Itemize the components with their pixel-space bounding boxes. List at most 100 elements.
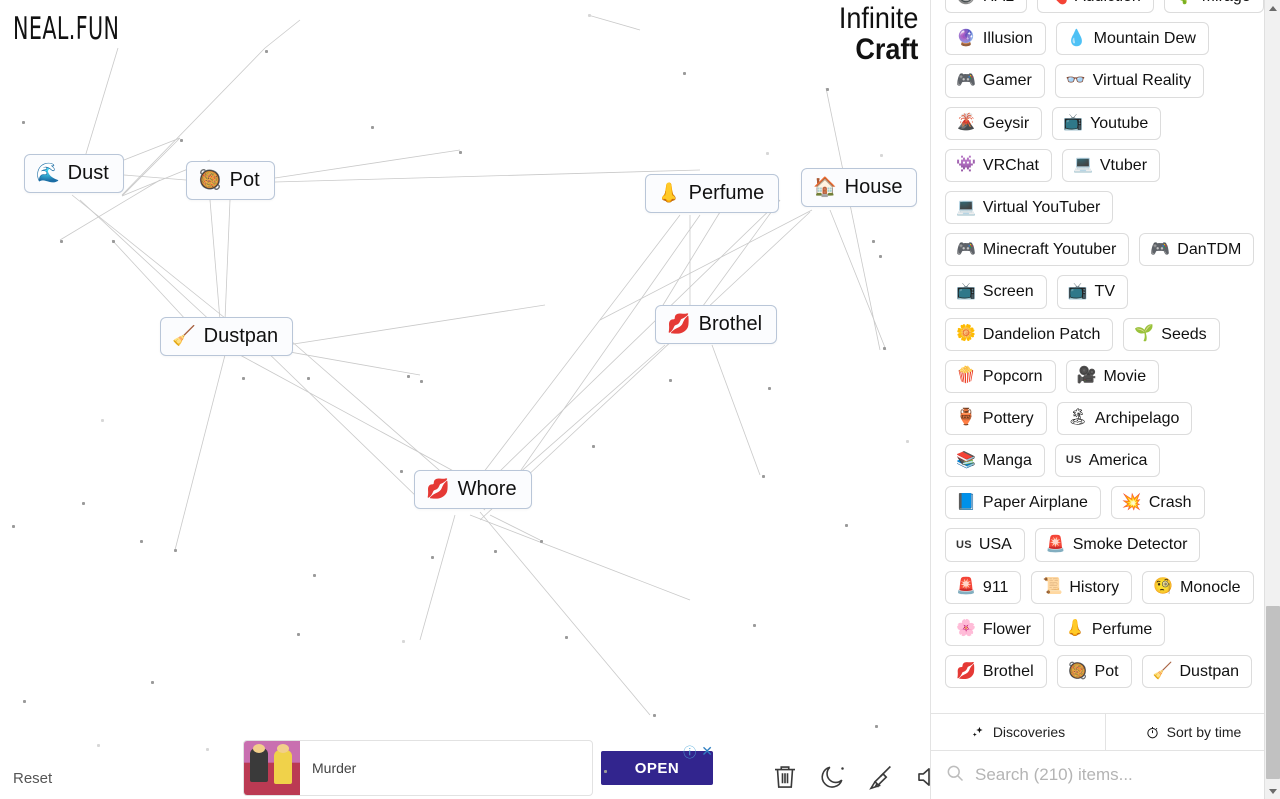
tab-discoveries-label: Discoveries [993, 724, 1065, 740]
item-label: Dustpan [1179, 662, 1239, 681]
neal-fun-logo[interactable]: NEAL.FUN [13, 10, 119, 47]
node-label: Brothel [699, 313, 762, 336]
canvas-node-brothel[interactable]: 💋 Brothel [655, 305, 777, 344]
sidebar-item-illusion[interactable]: 🔮 Illusion [945, 22, 1046, 55]
broom-icon[interactable] [866, 762, 896, 792]
sidebar-item-perfume[interactable]: 👃 Perfume [1054, 613, 1165, 646]
item-emoji: 💊 [1048, 0, 1068, 5]
sparkles-icon [971, 725, 986, 740]
sidebar-item-movie[interactable]: 🎥 Movie [1066, 360, 1160, 393]
sidebar-item-911[interactable]: 🚨 911 [945, 571, 1021, 604]
trash-icon[interactable] [770, 762, 800, 792]
canvas-tool-bar [770, 762, 930, 792]
canvas-particle [875, 725, 878, 728]
ad-info-icon[interactable]: ⓘ [683, 742, 696, 761]
item-emoji: US [956, 540, 972, 551]
ad-banner[interactable]: Murder OPEN ⓘ ✕ [243, 740, 713, 796]
sidebar-scrollbar-track[interactable] [1264, 0, 1280, 799]
sidebar-item-dustpan[interactable]: 🧹 Dustpan [1142, 655, 1253, 688]
sidebar-item-youtube[interactable]: 📺 Youtube [1052, 107, 1161, 140]
item-label: Illusion [983, 29, 1033, 48]
canvas-particle [60, 240, 63, 243]
sidebar-item-flower[interactable]: 🌸 Flower [945, 613, 1044, 646]
canvas-particle [174, 549, 177, 552]
item-label: Mirage [1202, 0, 1251, 6]
sidebar-item-hal[interactable]: 🔘 HAL [945, 0, 1027, 13]
sidebar-item-tv[interactable]: 📺 TV [1057, 275, 1128, 308]
sidebar-item-smoke-detector[interactable]: 🚨 Smoke Detector [1035, 528, 1201, 561]
sidebar-item-screen[interactable]: 📺 Screen [945, 275, 1047, 308]
reset-button[interactable]: Reset [13, 770, 52, 787]
sidebar-item-seeds[interactable]: 🌱 Seeds [1123, 318, 1219, 351]
sidebar-item-gamer[interactable]: 🎮 Gamer [945, 64, 1045, 97]
canvas-particle [494, 550, 497, 553]
canvas-particle [400, 470, 403, 473]
sidebar-item-usa[interactable]: US USA [945, 528, 1025, 561]
canvas-node-perfume[interactable]: 👃 Perfume [645, 174, 779, 213]
sidebar-item-virtual-youtuber[interactable]: 💻 Virtual YouTuber [945, 191, 1113, 224]
item-emoji: 📘 [956, 495, 976, 511]
sidebar-item-brothel[interactable]: 💋 Brothel [945, 655, 1047, 688]
canvas-node-pot[interactable]: 🥘 Pot [186, 161, 275, 200]
item-emoji: 🔮 [956, 31, 976, 47]
canvas-particle [604, 770, 607, 773]
canvas-particle [22, 121, 25, 124]
sidebar-item-monocle[interactable]: 🧐 Monocle [1142, 571, 1253, 604]
sidebar-item-minecraft-youtuber[interactable]: 🎮 Minecraft Youtuber [945, 233, 1129, 266]
sidebar-item-america[interactable]: US America [1055, 444, 1161, 477]
scroll-up-arrow-icon[interactable] [1265, 0, 1280, 16]
sidebar-scrollbar-thumb[interactable] [1266, 606, 1280, 779]
sidebar-item-vtuber[interactable]: 💻 Vtuber [1062, 149, 1160, 182]
item-emoji: 🔘 [956, 0, 976, 5]
node-label: Perfume [689, 182, 765, 205]
items-scroll-area[interactable]: 🔘 HAL 💊 Addiction 🌵 Mirage 🔮 Illusion 💧 Mountain … [931, 0, 1280, 713]
scroll-down-arrow-icon[interactable] [1265, 783, 1280, 799]
ad-thumbnail [244, 740, 300, 796]
sidebar-item-geysir[interactable]: 🌋 Geysir [945, 107, 1042, 140]
sidebar-item-manga[interactable]: 📚 Manga [945, 444, 1045, 477]
canvas-node-house[interactable]: 🏠 House [801, 168, 917, 207]
canvas-node-dustpan[interactable]: 🧹 Dustpan [160, 317, 293, 356]
item-emoji: 💻 [956, 200, 976, 216]
canvas-particle [826, 88, 829, 91]
item-emoji: 📜 [1042, 579, 1062, 595]
tab-sort-by-time[interactable]: Sort by time [1105, 714, 1280, 750]
sidebar-item-virtual-reality[interactable]: 👓 Virtual Reality [1055, 64, 1204, 97]
ad-close-icon[interactable]: ✕ [701, 743, 713, 760]
item-emoji: 🎮 [1150, 242, 1170, 258]
sidebar-item-crash[interactable]: 💥 Crash [1111, 486, 1205, 519]
sidebar-item-archipelago[interactable]: 🏝 Archipelago [1057, 402, 1193, 435]
discoveries-sidebar: 🔘 HAL 💊 Addiction 🌵 Mirage 🔮 Illusion 💧 Mountain … [930, 0, 1280, 799]
game-title: Infinite Craft [830, 4, 918, 65]
search-bar[interactable] [931, 751, 1280, 799]
node-emoji: 💋 [426, 480, 450, 499]
sidebar-item-addiction[interactable]: 💊 Addiction [1037, 0, 1154, 13]
item-emoji: 📚 [956, 453, 976, 469]
sidebar-item-pottery[interactable]: 🏺 Pottery [945, 402, 1047, 435]
item-emoji: 💧 [1067, 31, 1087, 47]
sidebar-item-vrchat[interactable]: 👾 VRChat [945, 149, 1052, 182]
search-input[interactable] [975, 765, 1266, 785]
item-emoji: 📺 [1063, 115, 1083, 131]
moon-icon[interactable] [818, 762, 848, 792]
canvas-node-whore[interactable]: 💋 Whore [414, 470, 532, 509]
sidebar-item-mirage[interactable]: 🌵 Mirage [1164, 0, 1264, 13]
item-label: America [1089, 451, 1148, 470]
sidebar-item-mountain-dew[interactable]: 💧 Mountain Dew [1056, 22, 1209, 55]
sidebar-item-dandelion-patch[interactable]: 🌼 Dandelion Patch [945, 318, 1113, 351]
item-label: Flower [983, 620, 1031, 639]
sidebar-item-popcorn[interactable]: 🍿 Popcorn [945, 360, 1056, 393]
canvas-particle [768, 387, 771, 390]
canvas-particle [82, 502, 85, 505]
sidebar-item-paper-airplane[interactable]: 📘 Paper Airplane [945, 486, 1101, 519]
tab-discoveries[interactable]: Discoveries [931, 714, 1105, 750]
sidebar-item-history[interactable]: 📜 History [1031, 571, 1132, 604]
canvas-particle [459, 151, 462, 154]
canvas-node-dust[interactable]: 🌊 Dust [24, 154, 124, 193]
speaker-icon[interactable] [914, 762, 930, 792]
ad-content[interactable]: Murder [243, 740, 593, 796]
node-emoji: 👃 [657, 184, 681, 203]
crafting-canvas[interactable]: NEAL.FUN Infinite Craft 🌊 Dust 🥘 Pot 🧹 Dustpa… [0, 0, 930, 799]
sidebar-item-dantdm[interactable]: 🎮 DanTDM [1139, 233, 1254, 266]
sidebar-item-pot[interactable]: 🥘 Pot [1057, 655, 1132, 688]
